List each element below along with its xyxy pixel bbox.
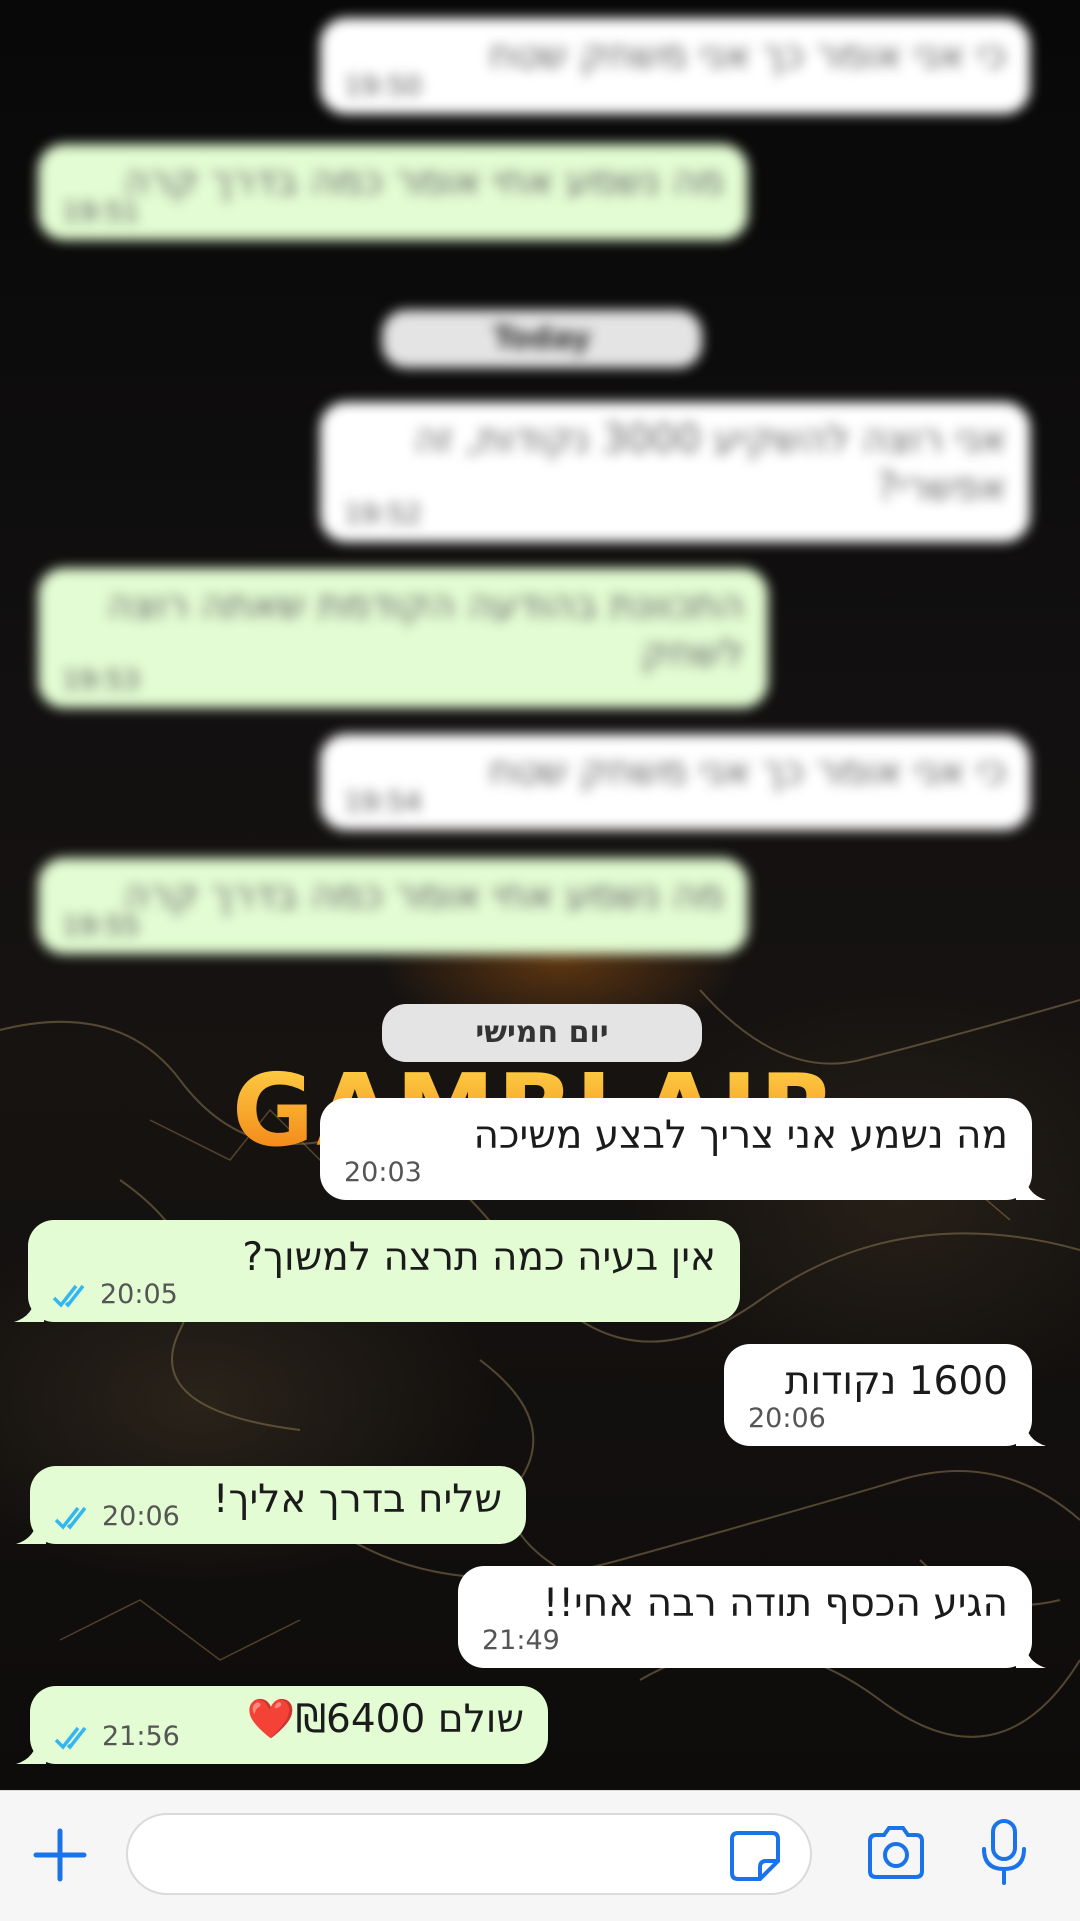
message-bubble-outgoing[interactable]: אין בעיה כמה תרצה למשוך? 20:05: [14, 1220, 740, 1322]
message-bubble-incoming: כי אני אומר כך אני משחק שטח 19:54: [320, 734, 1030, 830]
message-text: הגיע הכסף תודה רבה אחי!!: [542, 1581, 1008, 1626]
message-bubble-outgoing[interactable]: שולם ₪6400❤️ 21:56: [16, 1686, 548, 1764]
message-text: התכוונת בהודעה הקודמת שאתה רוצה לשחק: [107, 583, 744, 676]
message-input[interactable]: [126, 1813, 812, 1895]
message-bubble-incoming: כי אני אומר כך אני משחק שטח 19:50: [320, 18, 1030, 114]
message-text: מה נשמע אני צריך לבצע משיכה: [473, 1113, 1008, 1158]
message-time: 19:53: [62, 665, 140, 696]
sticker-icon[interactable]: [728, 1829, 782, 1883]
message-time: 19:51: [62, 197, 140, 228]
message-text: 1600 נקודות: [784, 1359, 1008, 1404]
bubble-tail: [16, 1736, 46, 1764]
read-double-check-icon: [52, 1284, 85, 1308]
message-bubble-incoming[interactable]: מה נשמע אני צריך לבצע משיכה 20:03: [320, 1098, 1046, 1200]
message-time: 19:55: [62, 911, 140, 942]
message-text: מה נשמע אחי אומר כמה בדרך קרה: [123, 159, 724, 204]
message-text: אני רוצה להשקיע 3000 נקודות, זה אפשרי?: [414, 417, 1006, 510]
message-time: 20:06: [748, 1403, 826, 1434]
message-bubble-incoming[interactable]: הגיע הכסף תודה רבה אחי!! 21:49: [458, 1566, 1046, 1668]
blurred-history: כי אני אומר כך אני משחק שטח 19:50 מה נשמ…: [0, 0, 1080, 985]
message-time: 19:54: [344, 787, 422, 818]
message-time: 20:06: [102, 1501, 180, 1532]
read-double-check-icon: [54, 1506, 87, 1530]
message-composer: [0, 1790, 1080, 1921]
message-bubble-incoming: אני רוצה להשקיע 3000 נקודות, זה אפשרי? 1…: [320, 402, 1030, 542]
message-time: 20:05: [100, 1279, 178, 1310]
date-separator: Today: [382, 310, 702, 368]
message-bubble-outgoing[interactable]: שליח בדרך אליך! 20:06: [16, 1466, 526, 1544]
bubble-tail: [1016, 1418, 1046, 1446]
message-bubble-outgoing: התכוונת בהודעה הקודמת שאתה רוצה לשחק 19:…: [38, 568, 768, 708]
message-text: כי אני אומר כך אני משחק שטח: [489, 33, 1006, 78]
bubble-tail: [1016, 1640, 1046, 1668]
bubble-tail: [14, 1294, 44, 1322]
date-separator: יום חמישי: [382, 1004, 702, 1062]
message-time: 19:50: [344, 71, 422, 102]
message-text: כי אני אומר כך אני משחק שטח: [489, 749, 1006, 794]
microphone-icon[interactable]: [976, 1817, 1032, 1889]
message-text: שולם ₪6400: [295, 1697, 524, 1742]
message-text: מה נשמע אחי אומר כמה בדרך קרה: [123, 873, 724, 918]
message-text: אין בעיה כמה תרצה למשוך?: [242, 1235, 716, 1280]
message-bubble-outgoing: מה נשמע אחי אומר כמה בדרך קרה 19:51: [38, 144, 748, 240]
message-time: 20:03: [344, 1157, 422, 1188]
bubble-tail: [16, 1516, 46, 1544]
plus-icon[interactable]: [30, 1825, 90, 1885]
camera-icon[interactable]: [864, 1821, 928, 1885]
heart-emoji: ❤️: [246, 1697, 296, 1742]
message-time: 19:52: [344, 499, 422, 530]
message-bubble-outgoing: מה נשמע אחי אומר כמה בדרך קרה 19:55: [38, 858, 748, 954]
message-time: 21:49: [482, 1625, 560, 1656]
bubble-tail: [1016, 1172, 1046, 1200]
message-time: 21:56: [102, 1721, 180, 1752]
read-double-check-icon: [54, 1726, 87, 1750]
message-bubble-incoming[interactable]: 1600 נקודות 20:06: [724, 1344, 1046, 1446]
